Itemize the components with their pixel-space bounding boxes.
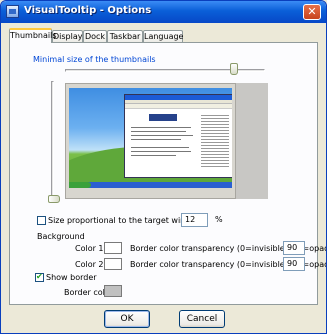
preview-sidebar	[201, 113, 229, 168]
tab-thumbnails[interactable]: Thumbnails	[9, 28, 56, 43]
background-group-label: Background	[37, 232, 85, 241]
preview-text-line	[131, 139, 181, 140]
window-title: VisualTooltip - Options	[24, 5, 152, 16]
percent-unit-label: %	[215, 215, 223, 224]
tab-display[interactable]: Display	[52, 30, 83, 42]
size-proportional-checkbox[interactable]	[37, 216, 46, 225]
preview-browser-window	[124, 94, 232, 178]
tab-dock[interactable]: Dock	[83, 30, 107, 42]
size-proportional-label: Size proportional to the target window	[48, 216, 202, 225]
preview-text-line	[131, 155, 176, 156]
close-button[interactable]: ✕	[303, 4, 321, 20]
border-transparency-2-input[interactable]: 90	[283, 257, 305, 271]
app-icon	[6, 5, 19, 18]
preview-text-line	[131, 135, 193, 136]
title-bar[interactable]: VisualTooltip - Options ✕	[1, 1, 326, 23]
preview-taskbar	[69, 182, 232, 188]
preview-text-line	[131, 151, 191, 152]
show-border-checkbox[interactable]	[35, 272, 44, 282]
thumbnail-preview-image	[69, 88, 232, 188]
ok-button[interactable]: OK	[104, 310, 150, 328]
show-border-label: Show border	[46, 273, 97, 282]
tab-taskbar[interactable]: Taskbar	[107, 30, 143, 42]
color2-swatch[interactable]	[104, 258, 122, 270]
preview-text-line	[131, 131, 186, 132]
preview-text-line	[131, 147, 189, 148]
preview-start-button	[69, 182, 91, 188]
preview-site-logo	[149, 114, 177, 121]
width-slider-thumb[interactable]	[230, 63, 238, 75]
height-slider-track[interactable]	[51, 81, 54, 198]
border-color-swatch[interactable]	[104, 285, 122, 297]
options-window: VisualTooltip - Options ✕ Thumbnails Dis…	[0, 0, 327, 334]
minimal-size-label: Minimal size of the thumbnails	[33, 55, 156, 64]
preview-browser-content	[125, 109, 232, 177]
cancel-button[interactable]: Cancel	[179, 310, 225, 328]
size-percent-input[interactable]: 12	[181, 213, 208, 227]
preview-text-line	[131, 127, 191, 128]
color1-swatch[interactable]	[104, 242, 122, 254]
tab-language[interactable]: Language	[143, 30, 183, 42]
border-transparency-1-input[interactable]: 90	[283, 241, 305, 255]
height-slider-thumb[interactable]	[48, 195, 60, 203]
